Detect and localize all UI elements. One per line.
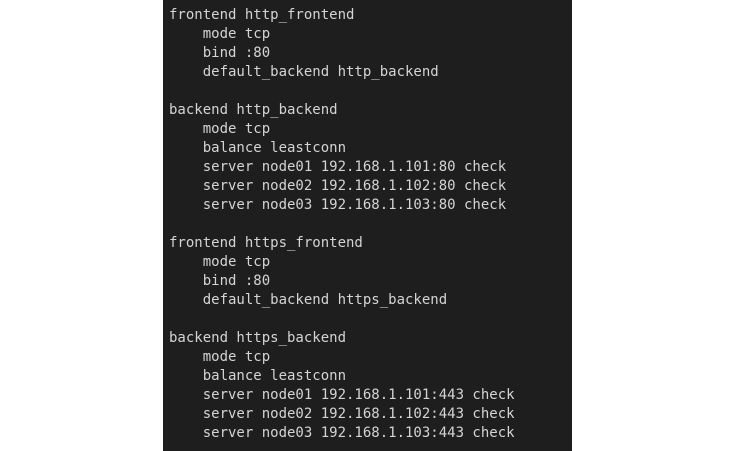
code-line: mode tcp	[169, 349, 271, 365]
code-line: mode tcp	[169, 254, 271, 270]
code-line: frontend http_frontend	[169, 7, 355, 23]
code-editor-panel[interactable]: frontend http_frontend mode tcp bind :80…	[163, 0, 572, 451]
code-line: server node03 192.168.1.103:443 check	[169, 425, 515, 441]
code-line: mode tcp	[169, 121, 271, 137]
code-line: mode tcp	[169, 26, 271, 42]
code-line: balance leastconn	[169, 140, 347, 156]
code-line: balance leastconn	[169, 368, 347, 384]
code-line: server node01 192.168.1.101:443 check	[169, 387, 515, 403]
code-line: server node03 192.168.1.103:80 check	[169, 197, 507, 213]
code-line: bind :80	[169, 45, 271, 61]
code-line: server node02 192.168.1.102:80 check	[169, 178, 507, 194]
code-line: backend https_backend	[169, 330, 347, 346]
code-line: server node01 192.168.1.101:80 check	[169, 159, 507, 175]
code-line: bind :80	[169, 273, 271, 289]
code-line: default_backend https_backend	[169, 292, 448, 308]
code-line: server node02 192.168.1.102:443 check	[169, 406, 515, 422]
code-line: frontend https_frontend	[169, 235, 363, 251]
code-line: default_backend http_backend	[169, 64, 439, 80]
haproxy-config-code[interactable]: frontend http_frontend mode tcp bind :80…	[169, 6, 515, 443]
code-line: backend http_backend	[169, 102, 338, 118]
